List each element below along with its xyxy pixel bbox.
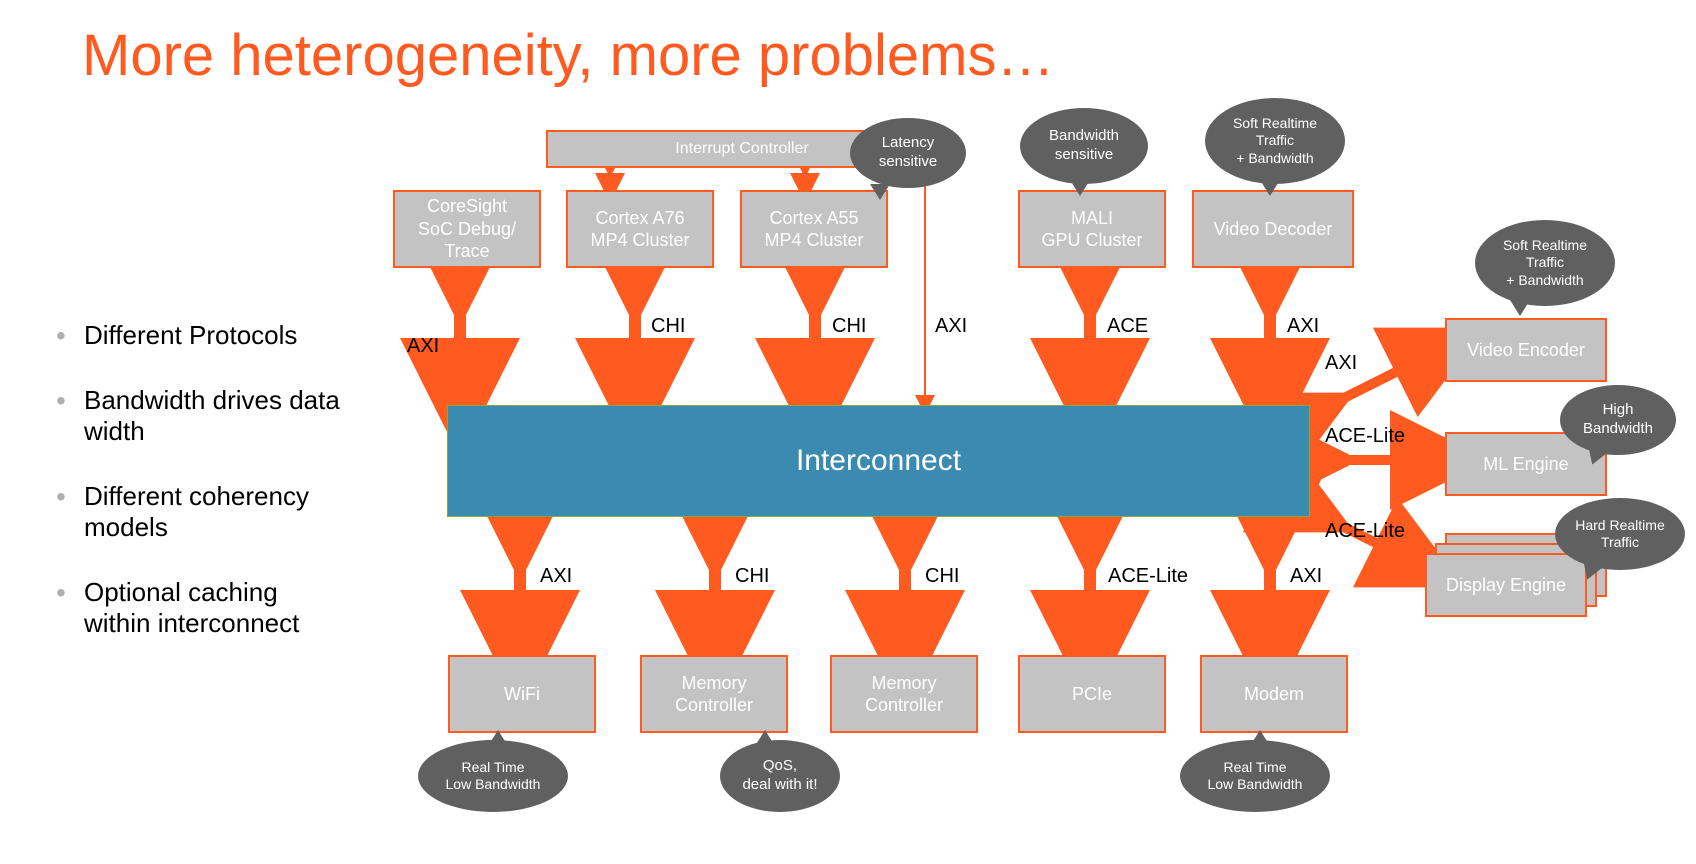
block-label: Cortex A55 MP4 Cluster: [764, 207, 863, 252]
modem-block: Modem: [1200, 655, 1348, 733]
bubble-label: Soft Realtime Traffic + Bandwidth: [1233, 115, 1317, 168]
bubble-real-time-low-bw-modem: Real Time Low Bandwidth: [1180, 740, 1330, 812]
bullet-item: Different Protocols: [50, 320, 350, 351]
cortex-a76-block: Cortex A76 MP4 Cluster: [566, 190, 714, 268]
pcie-block: PCIe: [1018, 655, 1166, 733]
bullet-list: Different Protocols Bandwidth drives dat…: [50, 320, 350, 673]
block-label: CoreSight SoC Debug/ Trace: [418, 195, 516, 263]
bubble-label: Real Time Low Bandwidth: [446, 759, 541, 794]
bubble-latency-sensitive: Latency sensitive: [850, 118, 966, 188]
proto-label-chi: CHI: [832, 315, 866, 338]
proto-label-axi: AXI: [1290, 565, 1322, 588]
video-encoder-block: Video Encoder: [1445, 318, 1607, 382]
bubble-real-time-low-bw-wifi: Real Time Low Bandwidth: [418, 740, 568, 812]
bullet-item: Optional caching within interconnect: [50, 577, 350, 639]
bubble-label: Soft Realtime Traffic + Bandwidth: [1503, 237, 1587, 290]
bubble-soft-rt-bw-right: Soft Realtime Traffic + Bandwidth: [1475, 220, 1615, 306]
slide: More heterogeneity, more problems… Diffe…: [0, 0, 1696, 864]
bubble-qos: QoS, deal with it!: [720, 740, 840, 812]
memory-controller-block-1: Memory Controller: [640, 655, 788, 733]
bubble-label: Bandwidth sensitive: [1049, 127, 1119, 165]
proto-label-chi: CHI: [651, 315, 685, 338]
block-label: Memory Controller: [675, 672, 753, 717]
proto-label-axi: AXI: [540, 565, 572, 588]
cortex-a55-block: Cortex A55 MP4 Cluster: [740, 190, 888, 268]
block-label: Video Encoder: [1467, 339, 1585, 362]
proto-label-chi: CHI: [735, 565, 769, 588]
block-label: Interrupt Controller: [675, 139, 808, 159]
proto-label-axi: AXI: [1325, 352, 1357, 375]
block-label: Display Engine: [1446, 574, 1566, 597]
bubble-label: Hard Realtime Traffic: [1575, 517, 1664, 552]
bubble-label: High Bandwidth: [1583, 401, 1653, 439]
bullet-item: Different coherency models: [50, 481, 350, 543]
proto-label-axi: AXI: [1287, 315, 1319, 338]
proto-label-ace-lite: ACE-Lite: [1108, 565, 1188, 588]
block-label: MALI GPU Cluster: [1041, 207, 1142, 252]
bubble-label: Real Time Low Bandwidth: [1208, 759, 1303, 794]
block-label: WiFi: [504, 683, 540, 706]
block-label: Cortex A76 MP4 Cluster: [590, 207, 689, 252]
bubble-high-bw: High Bandwidth: [1560, 385, 1676, 455]
proto-label-ace-lite: ACE-Lite: [1325, 425, 1405, 448]
block-label: Memory Controller: [865, 672, 943, 717]
block-label: ML Engine: [1483, 453, 1568, 476]
bubble-hard-rt: Hard Realtime Traffic: [1555, 498, 1685, 570]
proto-label-axi: AXI: [935, 315, 967, 338]
interconnect-block: Interconnect: [447, 405, 1310, 517]
proto-label-axi: AXI: [407, 335, 439, 358]
block-label: Modem: [1244, 683, 1304, 706]
slide-title: More heterogeneity, more problems…: [82, 22, 1054, 89]
proto-label-ace: ACE: [1107, 315, 1148, 338]
wifi-block: WiFi: [448, 655, 596, 733]
video-decoder-block: Video Decoder: [1192, 190, 1354, 268]
display-engine-block: Display Engine: [1425, 553, 1587, 617]
mali-gpu-block: MALI GPU Cluster: [1018, 190, 1166, 268]
bubble-label: QoS, deal with it!: [742, 757, 817, 795]
bubble-bandwidth-sensitive: Bandwidth sensitive: [1020, 108, 1148, 184]
bubble-soft-rt-bw-top: Soft Realtime Traffic + Bandwidth: [1205, 98, 1345, 184]
bullet-item: Bandwidth drives data width: [50, 385, 350, 447]
proto-label-ace-lite: ACE-Lite: [1325, 520, 1405, 543]
block-label: Video Decoder: [1214, 218, 1333, 241]
coresight-block: CoreSight SoC Debug/ Trace: [393, 190, 541, 268]
proto-label-chi: CHI: [925, 565, 959, 588]
memory-controller-block-2: Memory Controller: [830, 655, 978, 733]
block-label: PCIe: [1072, 683, 1112, 706]
bubble-label: Latency sensitive: [879, 134, 937, 172]
